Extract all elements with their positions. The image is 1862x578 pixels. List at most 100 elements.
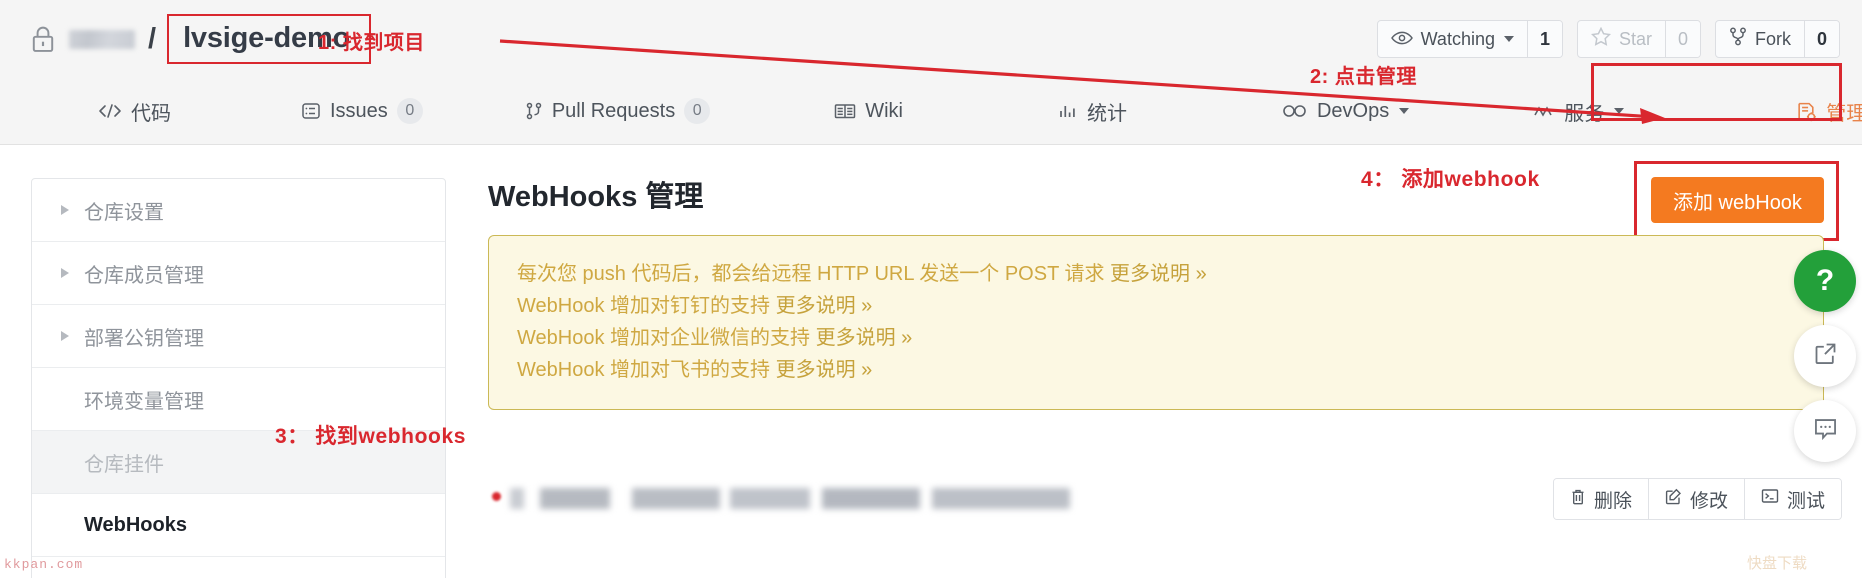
pr-icon	[525, 102, 543, 120]
repo-header: / lvsige-demo 1: 找到项目 2: 点击管理 Watching 1…	[0, 0, 1862, 145]
nav-tab-wiki-label: Wiki	[865, 99, 903, 122]
repo-owner-redacted[interactable]	[69, 29, 135, 49]
notice-text: WebHook 增加对飞书的支持	[517, 359, 776, 381]
nav-tab-pr-label: Pull Requests	[551, 99, 676, 122]
sidebar-item-label: 仓库设置	[84, 201, 164, 224]
feedback-fab-button[interactable]	[1794, 400, 1856, 462]
nav-tab-code[interactable]: 代码	[88, 78, 181, 144]
test-webhook-button[interactable]: 测试	[1744, 479, 1841, 519]
notice-line: WebHook 增加对飞书的支持 更多说明 »	[517, 360, 1823, 380]
webhook-row-actions: 删除 修改 测试	[1552, 478, 1842, 520]
test-label: 测试	[1786, 490, 1825, 512]
watermark-right: 快盘下载	[1746, 555, 1807, 572]
sidebar-item-label: 部署公钥管理	[84, 327, 204, 350]
chart-icon	[1058, 103, 1078, 119]
floating-action-buttons: ?	[1794, 250, 1856, 475]
webhook-url-redacted[interactable]	[510, 488, 1070, 509]
notice-link[interactable]: 更多说明 »	[816, 327, 913, 349]
sidebar-item-label: 仓库成员管理	[84, 264, 204, 287]
fork-count[interactable]: 0	[1805, 21, 1839, 57]
status-dot	[492, 492, 501, 501]
repo-nav-tabs: 代码 Issues 0 Pull Requests 0 Wiki 统计 DevO…	[0, 78, 1862, 144]
page-root: / lvsige-demo 1: 找到项目 2: 点击管理 Watching 1…	[0, 0, 1862, 578]
lock-icon	[30, 24, 56, 54]
nav-tab-issues-badge: 0	[396, 98, 423, 124]
notice-line: 每次您 push 代码后，都会给远程 HTTP URL 发送一个 POST 请求…	[517, 264, 1823, 284]
star-icon	[1590, 26, 1611, 51]
notice-link[interactable]: 更多说明 »	[776, 359, 873, 381]
watch-button[interactable]: Watching	[1378, 21, 1528, 57]
fork-icon	[1729, 27, 1747, 51]
nav-tab-devops-label: DevOps	[1316, 99, 1390, 122]
chevron-down-icon	[1503, 36, 1514, 42]
sidebar-item-label: 环境变量管理	[84, 390, 204, 413]
sidebar-item-deploy-keys[interactable]: 部署公钥管理	[32, 305, 445, 368]
annotation-step-4: 4： 添加webhook	[1361, 168, 1540, 191]
add-webhook-highlight-box	[1634, 161, 1839, 241]
delete-webhook-button[interactable]: 删除	[1553, 479, 1649, 519]
star-label: Star	[1618, 28, 1652, 49]
notice-line: WebHook 增加对钉钉的支持 更多说明 »	[517, 296, 1823, 316]
notice-text: WebHook 增加对钉钉的支持	[517, 295, 776, 317]
webhook-list-row: 删除 修改 测试	[488, 478, 1842, 536]
edit-webhook-button[interactable]: 修改	[1648, 479, 1745, 519]
annotation-step-1: 1: 找到项目	[318, 32, 425, 54]
repo-actions: Watching 1 Star 0 Fork 0	[1376, 20, 1840, 58]
page-body: 仓库设置 仓库成员管理 部署公钥管理 环境变量管理 仓库挂件 WebHooks	[0, 145, 1862, 578]
watch-label: Watching	[1420, 28, 1495, 49]
nav-tab-statistics[interactable]: 统计	[1048, 78, 1137, 144]
trash-icon	[1570, 488, 1586, 511]
breadcrumb-separator: /	[148, 22, 157, 55]
annotation-step-3: 3： 找到webhooks	[275, 425, 466, 448]
webhook-notice-box: 每次您 push 代码后，都会给远程 HTTP URL 发送一个 POST 请求…	[488, 235, 1824, 410]
chevron-down-icon	[1399, 108, 1410, 114]
sidebar-item-repo-members[interactable]: 仓库成员管理	[32, 242, 445, 305]
fork-button[interactable]: Fork	[1716, 21, 1805, 57]
notice-link[interactable]: 更多说明 »	[776, 295, 873, 317]
nav-tab-pr-badge: 0	[684, 98, 711, 124]
watch-button-group[interactable]: Watching 1	[1376, 20, 1563, 58]
sidebar-item-webhooks[interactable]: WebHooks	[32, 494, 445, 557]
share-icon	[1812, 340, 1839, 372]
nav-tab-issues-label: Issues	[330, 99, 388, 122]
fork-label: Fork	[1755, 28, 1791, 49]
comment-icon	[1812, 416, 1839, 446]
watch-count[interactable]: 1	[1527, 21, 1562, 57]
terminal-icon	[1761, 488, 1779, 510]
nav-tab-statistics-label: 统计	[1086, 102, 1127, 125]
settings-sidebar: 仓库设置 仓库成员管理 部署公钥管理 环境变量管理 仓库挂件 WebHooks	[31, 178, 446, 578]
sidebar-item-repo-settings[interactable]: 仓库设置	[32, 179, 445, 242]
sidebar-item-label: 仓库挂件	[84, 453, 164, 476]
issue-icon	[301, 102, 321, 120]
nav-tab-wiki[interactable]: Wiki	[824, 78, 913, 144]
manage-tab-highlight-box	[1591, 63, 1842, 121]
chevron-right-icon	[61, 268, 69, 278]
delete-label: 删除	[1593, 490, 1632, 512]
nav-tab-code-label: 代码	[131, 102, 171, 125]
share-fab-button[interactable]	[1794, 325, 1856, 387]
sidebar-item-next[interactable]	[32, 557, 445, 578]
notice-text: WebHook 增加对企业微信的支持	[517, 327, 816, 349]
devops-icon	[1282, 104, 1308, 118]
star-button[interactable]: Star	[1578, 21, 1666, 57]
edit-label: 修改	[1689, 490, 1728, 512]
nav-tab-devops[interactable]: DevOps	[1272, 78, 1419, 144]
notice-line: WebHook 增加对企业微信的支持 更多说明 »	[517, 328, 1823, 348]
code-icon	[98, 103, 122, 119]
notice-link[interactable]: 更多说明 »	[1110, 263, 1207, 285]
help-fab-button[interactable]: ?	[1794, 250, 1856, 312]
nav-tab-issues[interactable]: Issues 0	[291, 78, 433, 144]
sidebar-item-label: WebHooks	[84, 513, 187, 536]
notice-text: 每次您 push 代码后，都会给远程 HTTP URL 发送一个 POST 请求	[517, 263, 1111, 285]
chevron-right-icon	[61, 331, 69, 341]
fork-button-group[interactable]: Fork 0	[1715, 20, 1840, 58]
chevron-right-icon	[61, 205, 69, 215]
star-button-group[interactable]: Star 0	[1576, 20, 1701, 58]
page-title: WebHooks 管理	[488, 181, 704, 213]
question-icon: ?	[1815, 264, 1835, 297]
eye-icon	[1390, 29, 1413, 50]
service-icon	[1533, 104, 1555, 118]
watermark-left: kkpan.com	[4, 557, 84, 572]
nav-tab-pull-requests[interactable]: Pull Requests 0	[515, 78, 720, 144]
star-count[interactable]: 0	[1666, 21, 1700, 57]
